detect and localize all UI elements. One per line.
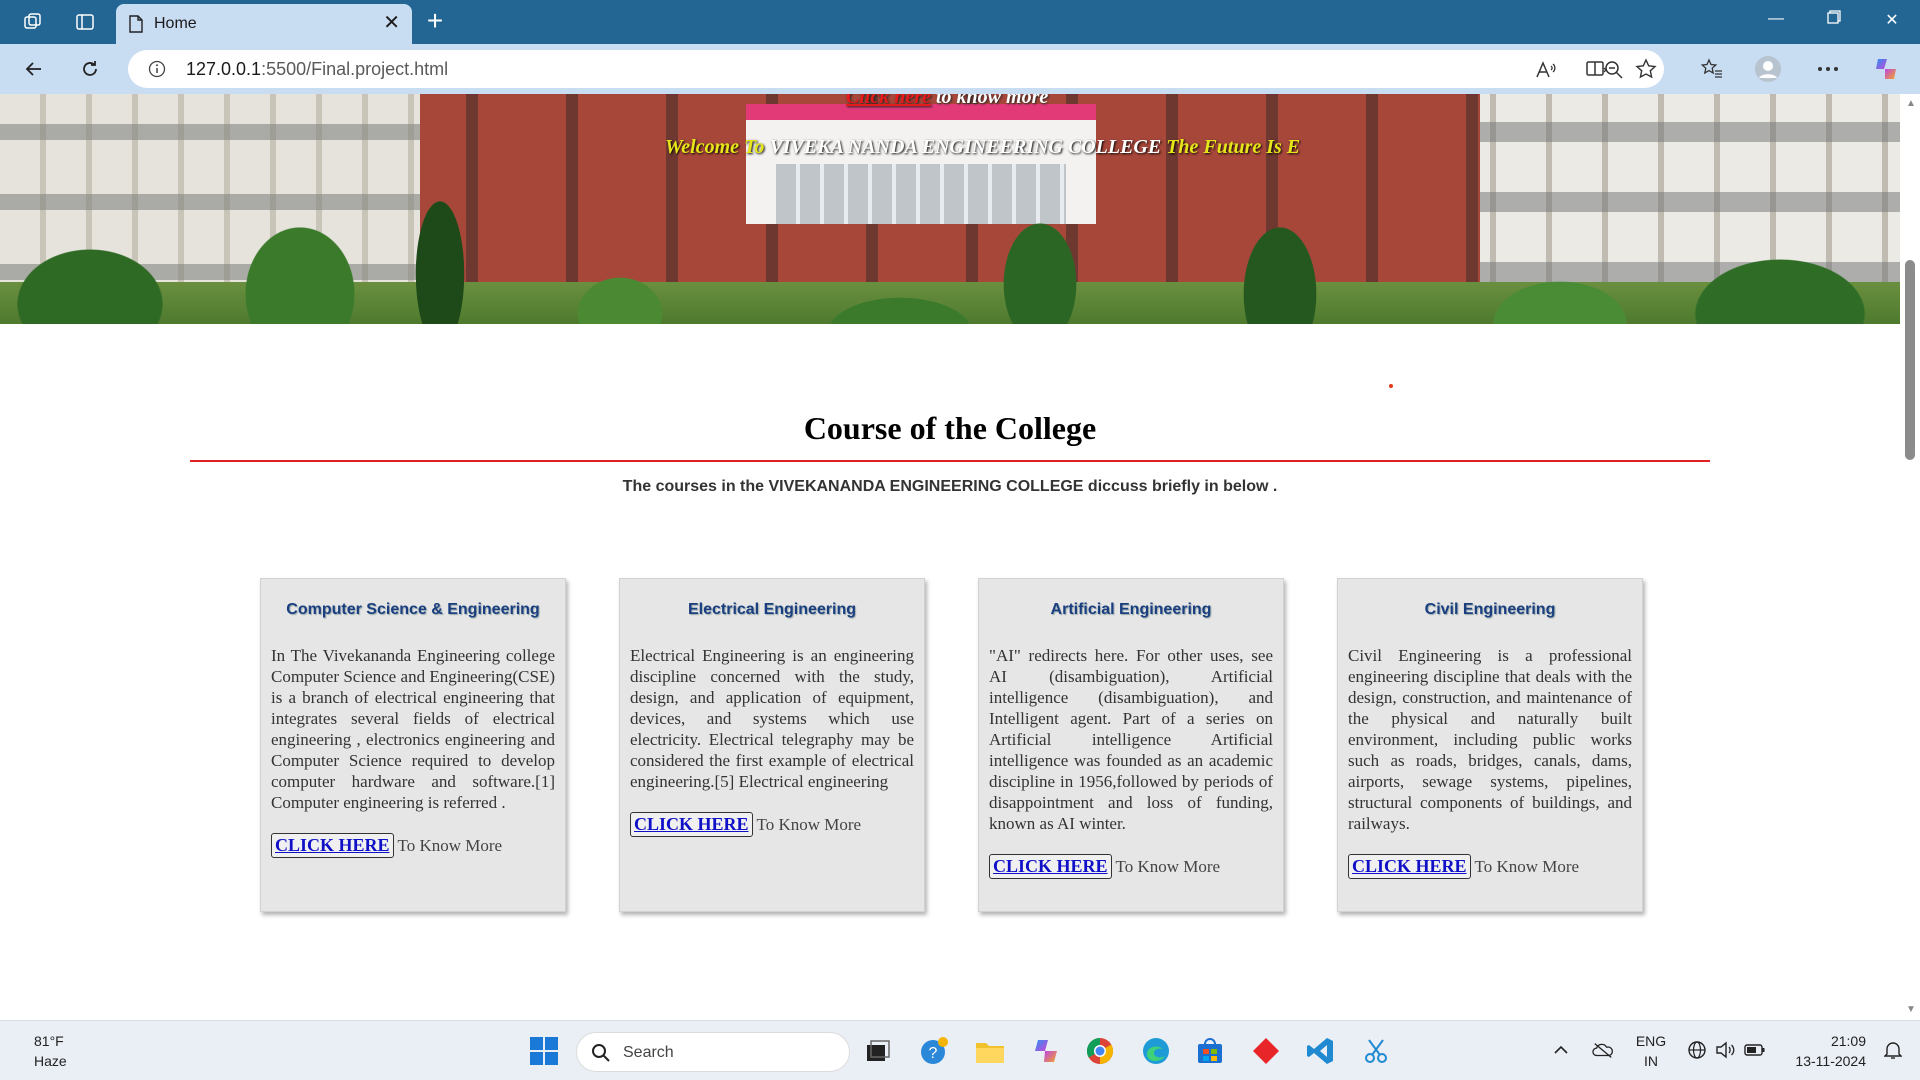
click-here-button[interactable]: CLICK HERE: [989, 854, 1112, 879]
top-marquee: Click here to know more: [846, 94, 1048, 109]
page-scrollbar[interactable]: ▲ ▼: [1902, 94, 1920, 1020]
copilot-icon[interactable]: [1872, 55, 1900, 83]
url-text: 127.0.0.1:5500/Final.project.html: [186, 59, 449, 79]
close-tab-icon[interactable]: ✕: [383, 13, 400, 33]
minimize-icon[interactable]: —: [1764, 10, 1788, 34]
college-banner-image: Click here to know more Welcome To VIVEK…: [0, 94, 1900, 324]
svg-text:?: ?: [929, 1045, 938, 1062]
course-card-text: Civil Engineering is a professional engi…: [1348, 646, 1632, 833]
course-card-text: In The Vivekananda Engineering college C…: [271, 646, 555, 812]
network-icon[interactable]: [1686, 1039, 1708, 1061]
course-card-electrical: Electrical Engineering Electrical Engine…: [619, 578, 925, 912]
section-title: Course of the College: [803, 410, 1097, 446]
course-card-text: Electrical Engineering is an engineering…: [630, 646, 914, 791]
know-more-text: To Know More: [1474, 857, 1580, 876]
close-window-icon[interactable]: ✕: [1880, 10, 1904, 34]
store-icon[interactable]: [1190, 1031, 1230, 1071]
search-placeholder: Search: [623, 1044, 674, 1061]
favorite-star-icon[interactable]: [1632, 55, 1660, 83]
know-more-text: To Know More: [397, 836, 503, 855]
favorites-icon[interactable]: [1698, 55, 1726, 83]
scroll-up-icon[interactable]: ▲: [1906, 98, 1916, 109]
welcome-text: Welcome To: [665, 136, 770, 158]
click-here-button[interactable]: CLICK HERE: [1348, 854, 1471, 879]
language-region[interactable]: IN: [1634, 1053, 1668, 1069]
file-explorer-icon[interactable]: [970, 1031, 1010, 1071]
section-subtitle: The courses in the VIVEKANANDA ENGINEERI…: [622, 478, 1278, 495]
task-view-icon[interactable]: [858, 1031, 898, 1071]
notifications-icon[interactable]: [1882, 1039, 1904, 1061]
course-card-cta: CLICK HERE To Know More: [271, 833, 555, 858]
course-card-body: Civil Engineering is a professional engi…: [1348, 645, 1632, 879]
section-divider: [190, 460, 1710, 462]
weather-condition[interactable]: Haze: [34, 1053, 67, 1069]
copilot-app-icon[interactable]: [1026, 1031, 1066, 1071]
click-here-link[interactable]: Click here: [846, 94, 931, 108]
immersive-reader-icon[interactable]: [1582, 55, 1610, 83]
top-marquee-suffix: to know more: [931, 94, 1049, 108]
vscode-icon[interactable]: [1300, 1031, 1340, 1071]
course-card-body: In The Vivekananda Engineering college C…: [271, 645, 555, 858]
course-card-title: Civil Engineering: [1424, 601, 1556, 618]
address-toolbar: 127.0.0.1:5500/Final.project.html: [0, 44, 1920, 94]
weather-temperature[interactable]: 81°F: [34, 1033, 64, 1049]
course-card-body: "AI" redirects here. For other uses, see…: [989, 645, 1273, 879]
browser-tab-bar: Home ✕ + — ✕: [0, 0, 1920, 44]
scroll-thumb[interactable]: [1905, 260, 1915, 460]
windows-taskbar: 81°F Haze Search ? ENG IN 21:09 13-11-20…: [0, 1020, 1920, 1080]
read-aloud-icon[interactable]: [1534, 58, 1558, 82]
site-info-icon[interactable]: [148, 60, 166, 78]
tab-title: Home: [154, 15, 197, 32]
course-card-title: Electrical Engineering: [687, 601, 857, 618]
chrome-icon[interactable]: [1080, 1031, 1120, 1071]
show-hidden-icons-icon[interactable]: [1550, 1039, 1572, 1061]
new-tab-button[interactable]: +: [420, 7, 450, 36]
tab-home[interactable]: Home ✕: [116, 4, 412, 44]
battery-icon[interactable]: [1744, 1039, 1766, 1061]
search-icon: [591, 1043, 611, 1068]
taskbar-search[interactable]: Search: [576, 1032, 850, 1072]
course-card-title: Computer Science & Engineering: [286, 601, 540, 618]
help-app-icon[interactable]: ?: [914, 1031, 954, 1071]
refresh-icon[interactable]: [76, 55, 104, 83]
course-card-civil: Civil Engineering Civil Engineering is a…: [1337, 578, 1643, 912]
start-icon[interactable]: [524, 1031, 564, 1071]
page-viewport: Click here to know more Welcome To VIVEK…: [0, 94, 1900, 1020]
click-here-button[interactable]: CLICK HERE: [271, 833, 394, 858]
more-options-icon[interactable]: [1814, 55, 1842, 83]
know-more-text: To Know More: [756, 815, 862, 834]
clock-date[interactable]: 13-11-2024: [1776, 1053, 1866, 1069]
tagline-text: The Future Is E: [1166, 136, 1301, 158]
course-card-artificial: Artificial Engineering "AI" redirects he…: [978, 578, 1284, 912]
decorative-dot: [1389, 384, 1393, 388]
trees: [0, 184, 1900, 324]
language-code[interactable]: ENG: [1634, 1033, 1668, 1049]
college-name: VIVEKA NANDA ENGINEERING COLLEGE: [769, 136, 1167, 158]
url-field[interactable]: 127.0.0.1:5500/Final.project.html: [128, 50, 1664, 88]
page-icon: [128, 15, 146, 33]
course-card-text: "AI" redirects here. For other uses, see…: [989, 646, 1273, 833]
snipping-tool-icon[interactable]: [1356, 1031, 1396, 1071]
red-app-icon[interactable]: [1246, 1031, 1286, 1071]
onedrive-icon[interactable]: [1592, 1039, 1614, 1061]
course-card-cta: CLICK HERE To Know More: [989, 854, 1273, 879]
edge-icon[interactable]: [1136, 1031, 1176, 1071]
profile-avatar-icon[interactable]: [1754, 55, 1782, 83]
click-here-button[interactable]: CLICK HERE: [630, 812, 753, 837]
course-card-cta: CLICK HERE To Know More: [630, 812, 914, 837]
course-card-cse: Computer Science & Engineering In The Vi…: [260, 578, 566, 912]
workspaces-icon[interactable]: [20, 9, 46, 35]
course-card-title: Artificial Engineering: [1050, 601, 1212, 618]
course-card-cta: CLICK HERE To Know More: [1348, 854, 1632, 879]
know-more-text: To Know More: [1115, 857, 1221, 876]
welcome-marquee: Welcome To VIVEKA NANDA ENGINEERING COLL…: [665, 136, 1373, 159]
restore-icon[interactable]: [1822, 10, 1846, 34]
back-icon[interactable]: [20, 55, 48, 83]
volume-icon[interactable]: [1714, 1039, 1736, 1061]
scroll-down-icon[interactable]: ▼: [1906, 1004, 1916, 1015]
tab-actions-icon[interactable]: [72, 9, 98, 35]
clock-time[interactable]: 21:09: [1776, 1033, 1866, 1049]
course-card-body: Electrical Engineering is an engineering…: [630, 645, 914, 837]
